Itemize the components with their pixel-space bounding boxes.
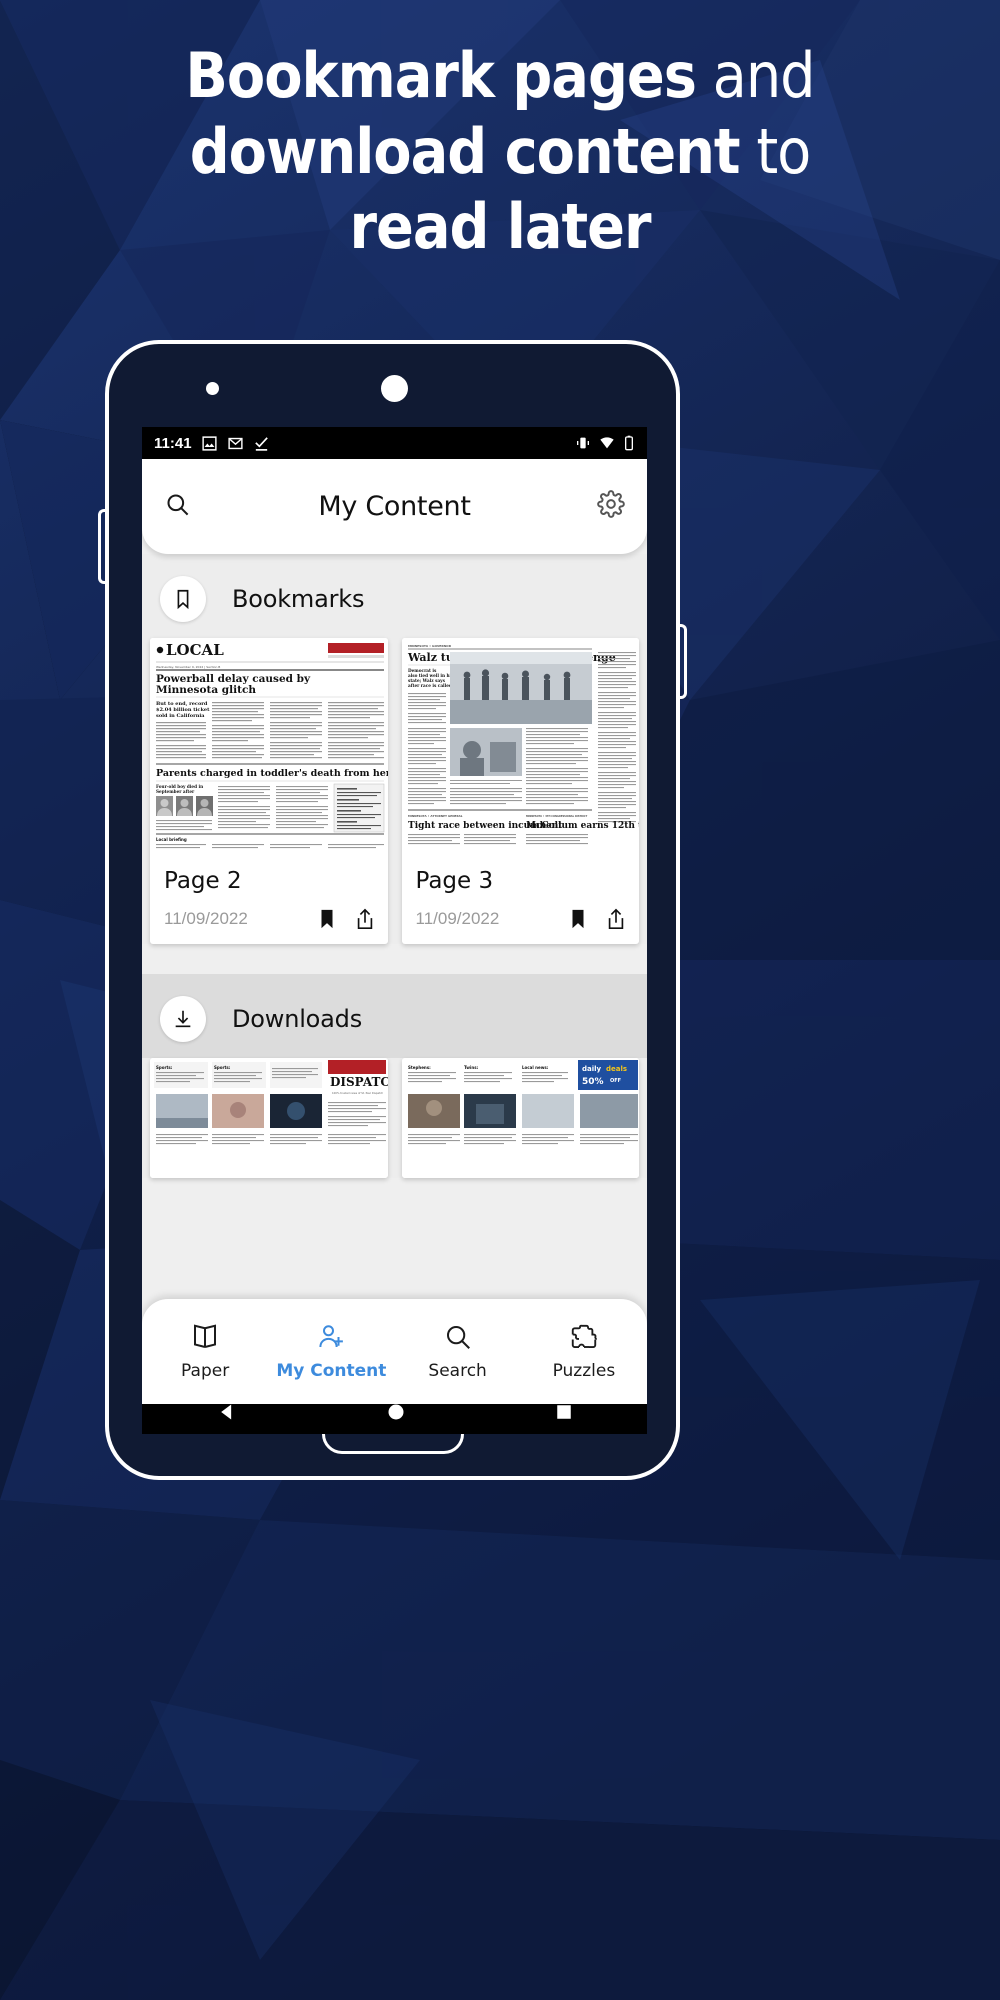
svg-text:Sports:: Sports: bbox=[214, 1065, 231, 1070]
svg-text:after race is called: after race is called bbox=[408, 683, 452, 688]
section-header-downloads: Downloads bbox=[142, 974, 647, 1058]
section-header-bookmarks: Bookmarks bbox=[142, 554, 647, 638]
svg-text:Wednesday, November 9, 2022 |: Wednesday, November 9, 2022 | Section B bbox=[156, 665, 220, 669]
nav-item-my-content[interactable]: My Content bbox=[268, 1322, 394, 1381]
newspaper-icon bbox=[194, 1324, 217, 1348]
phone-mockup: 11:41 My Content Bookmarks LOCAL Wednesd… bbox=[98, 340, 687, 1480]
download-card[interactable]: Sports: Sports: DISPATC 100% trusted new… bbox=[150, 1058, 388, 1178]
nav-item-puzzles[interactable]: Puzzles bbox=[521, 1322, 647, 1381]
svg-text:September after: September after bbox=[156, 789, 195, 794]
nav-label-puzzles: Puzzles bbox=[552, 1361, 616, 1381]
card-title: Page 3 bbox=[415, 868, 494, 894]
back-triangle-icon[interactable] bbox=[217, 1402, 237, 1422]
svg-text:LOCAL: LOCAL bbox=[166, 641, 224, 659]
checkmark-icon bbox=[254, 436, 268, 451]
bookmark-filled-icon[interactable] bbox=[316, 908, 338, 930]
power-button[interactable] bbox=[680, 624, 687, 699]
download-card[interactable]: Stephens: Twins: Local news: daily deals… bbox=[401, 1058, 639, 1178]
home-circle-icon[interactable] bbox=[386, 1402, 406, 1422]
headline-line-1-rest: and bbox=[695, 39, 816, 112]
card-date: 11/09/2022 bbox=[415, 909, 500, 928]
svg-text:sold in California: sold in California bbox=[156, 713, 205, 719]
bookmark-card[interactable]: MINNESOTA • GOVERNOR Walz turns back Jen… bbox=[401, 638, 640, 944]
download-icon bbox=[175, 1010, 191, 1028]
svg-text:Twins:: Twins: bbox=[464, 1065, 479, 1070]
svg-text:Stephens:: Stephens: bbox=[408, 1065, 431, 1070]
recents-square-icon[interactable] bbox=[555, 1403, 573, 1421]
svg-text:McCollum earns 12th term: McCollum earns 12th term bbox=[526, 821, 640, 831]
puzzle-icon bbox=[571, 1324, 597, 1348]
gmail-icon bbox=[227, 437, 243, 449]
svg-text:daily: daily bbox=[582, 1065, 602, 1073]
app-bar: My Content bbox=[142, 459, 647, 554]
bottom-navigation: Paper My Content Search Puzzles bbox=[142, 1299, 647, 1404]
bookmark-filled-icon[interactable] bbox=[567, 908, 589, 930]
svg-text:MINNESOTA • 4TH CONGRESSIONAL: MINNESOTA • 4TH CONGRESSIONAL DISTRICT bbox=[526, 815, 588, 818]
headline-line-2: download content to bbox=[0, 114, 1000, 190]
svg-text:Local briefing: Local briefing bbox=[156, 837, 187, 842]
headline-line-1: Bookmark pages and bbox=[0, 38, 1000, 114]
svg-text:Minnesota glitch: Minnesota glitch bbox=[156, 684, 256, 696]
card-footer: 11/09/2022 bbox=[150, 894, 388, 944]
share-icon[interactable] bbox=[605, 908, 627, 930]
svg-text:MINNESOTA • ATTORNEY GENERAL: MINNESOTA • ATTORNEY GENERAL bbox=[408, 814, 463, 818]
person-add-icon bbox=[319, 1325, 344, 1348]
search-icon bbox=[167, 493, 189, 515]
search-icon bbox=[446, 1326, 470, 1349]
svg-text:Sports:: Sports: bbox=[156, 1065, 173, 1070]
nav-label-my-content: My Content bbox=[276, 1361, 387, 1381]
svg-text:50%: 50% bbox=[582, 1077, 604, 1087]
nav-label-search: Search bbox=[428, 1361, 487, 1381]
svg-text:OFF: OFF bbox=[610, 1078, 621, 1084]
app-bar-title: My Content bbox=[318, 491, 471, 522]
svg-text:deals: deals bbox=[606, 1065, 627, 1073]
bookmark-card[interactable]: LOCAL Wednesday, November 9, 2022 | Sect… bbox=[150, 638, 388, 944]
wifi-icon bbox=[600, 437, 614, 449]
settings-button[interactable] bbox=[597, 490, 625, 523]
bookmarks-icon-circle bbox=[160, 576, 206, 622]
front-camera-icon bbox=[381, 375, 408, 402]
vibrate-icon bbox=[577, 437, 589, 449]
svg-text:Local news:: Local news: bbox=[522, 1065, 549, 1070]
nav-item-search[interactable]: Search bbox=[395, 1322, 521, 1381]
sensor-dot-icon bbox=[206, 382, 219, 395]
gear-icon bbox=[597, 490, 625, 518]
volume-button[interactable] bbox=[98, 509, 105, 584]
headline-line-2-bold: download content bbox=[189, 114, 741, 188]
page-title: Bookmark pages and download content to r… bbox=[0, 38, 1000, 265]
image-icon bbox=[201, 435, 217, 451]
downloads-card-row: Sports: Sports: DISPATC 100% trusted new… bbox=[142, 1058, 647, 1178]
bookmark-outline-icon bbox=[177, 589, 189, 610]
status-bar: 11:41 bbox=[142, 427, 647, 459]
search-button[interactable] bbox=[164, 491, 191, 523]
card-title: Page 2 bbox=[164, 868, 242, 894]
nav-item-paper[interactable]: Paper bbox=[142, 1322, 268, 1381]
bookmarks-card-row: LOCAL Wednesday, November 9, 2022 | Sect… bbox=[142, 638, 647, 944]
downloads-icon-circle bbox=[160, 996, 206, 1042]
headline-line-3: read later bbox=[349, 190, 651, 264]
page-thumbnail[interactable]: MINNESOTA • GOVERNOR Walz turns back Jen… bbox=[401, 638, 640, 850]
headline-line-1-bold: Bookmark pages bbox=[185, 39, 697, 112]
section-title-downloads: Downloads bbox=[232, 1005, 363, 1033]
section-title-bookmarks: Bookmarks bbox=[232, 585, 365, 613]
svg-text:100% trusted news of St. Paul: 100% trusted news of St. Paul Dispatch bbox=[332, 1091, 384, 1095]
page-thumbnail[interactable]: LOCAL Wednesday, November 9, 2022 | Sect… bbox=[150, 638, 388, 850]
svg-text:MINNESOTA • GOVERNOR: MINNESOTA • GOVERNOR bbox=[408, 644, 452, 648]
nav-label-paper: Paper bbox=[181, 1361, 230, 1381]
battery-icon bbox=[625, 435, 633, 451]
app-screen: 11:41 My Content Bookmarks LOCAL Wednesd… bbox=[142, 427, 647, 1404]
svg-text:DISPATCH: DISPATCH bbox=[330, 1075, 388, 1089]
card-date: 11/09/2022 bbox=[164, 909, 248, 928]
headline-line-2-rest: to bbox=[739, 114, 811, 188]
share-icon[interactable] bbox=[354, 908, 376, 930]
card-footer: 11/09/2022 bbox=[402, 894, 640, 944]
status-bar-time: 11:41 bbox=[154, 434, 192, 452]
svg-text:Parents charged in toddler's d: Parents charged in toddler's death from … bbox=[156, 768, 388, 779]
